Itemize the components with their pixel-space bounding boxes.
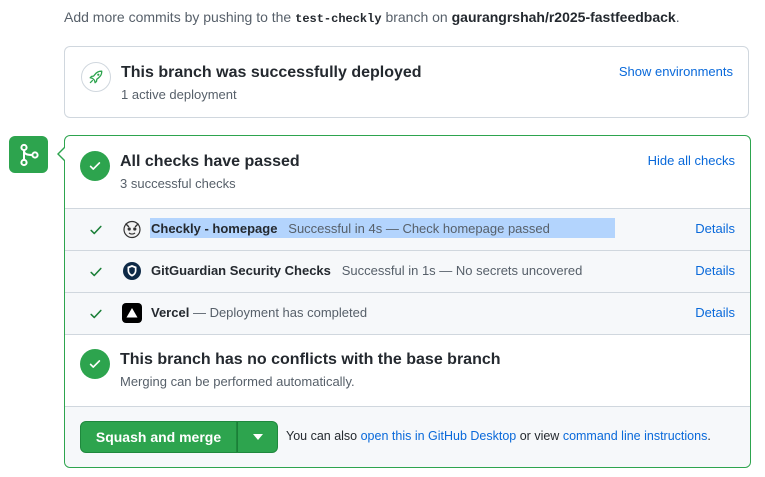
- checkly-icon: [123, 220, 141, 239]
- check-icon: [90, 309, 102, 319]
- check-text: Checkly - homepage Successful in 4s — Ch…: [151, 221, 550, 236]
- checks-title: All checks have passed: [120, 153, 300, 170]
- intro-middle: branch on: [385, 9, 448, 25]
- details-link[interactable]: Details: [695, 305, 735, 320]
- conflicts-title: This branch has no conflicts with the ba…: [120, 351, 501, 368]
- checks-passed-icon: [80, 151, 110, 181]
- git-merge-icon: [19, 143, 39, 166]
- rocket-icon: [81, 62, 111, 92]
- gitguardian-icon: [123, 262, 141, 280]
- check-row-vercel: Vercel — Deployment has completed Detail…: [65, 292, 750, 334]
- details-link[interactable]: Details: [695, 221, 735, 236]
- branch-name: test-checkly: [295, 12, 382, 26]
- check-description: Successful in 1s — No secrets uncovered: [341, 263, 583, 278]
- push-instructions: Add more commits by pushing to the test-…: [64, 9, 680, 26]
- checks-subtitle: 3 successful checks: [120, 176, 236, 191]
- no-conflicts-icon: [80, 349, 110, 379]
- merge-action-bar: Squash and merge You can also open this …: [65, 406, 750, 467]
- check-description: Deployment has completed: [209, 305, 368, 320]
- deployment-panel: This branch was successfully deployed 1 …: [64, 46, 749, 118]
- check-text: Vercel — Deployment has completed: [151, 305, 368, 320]
- conflicts-subtitle: Merging can be performed automatically.: [120, 374, 355, 389]
- caret-down-icon: [252, 434, 263, 440]
- check-text: GitGuardian Security Checks Successful i…: [151, 263, 582, 278]
- merge-options-dropdown[interactable]: [237, 421, 278, 453]
- check-name: Checkly - homepage: [151, 221, 278, 236]
- check-name: GitGuardian Security Checks: [151, 263, 331, 278]
- open-in-desktop-link[interactable]: open this in GitHub Desktop: [361, 429, 517, 443]
- conflict-status: This branch has no conflicts with the ba…: [65, 334, 750, 406]
- checks-list: Checkly - homepage Successful in 4s — Ch…: [65, 208, 750, 334]
- repo-name: gaurangrshah/r2025-fastfeedback: [451, 9, 676, 25]
- check-description: Successful in 4s — Check homepage passed: [288, 221, 550, 236]
- deployment-title: This branch was successfully deployed: [121, 64, 422, 81]
- command-line-instructions-link[interactable]: command line instructions: [563, 429, 708, 443]
- squash-and-merge-button[interactable]: Squash and merge: [80, 421, 237, 453]
- merge-panel: All checks have passed 3 successful chec…: [57, 135, 751, 468]
- check-icon: [90, 225, 102, 235]
- show-environments-link[interactable]: Show environments: [619, 64, 733, 79]
- check-name: Vercel: [151, 305, 190, 320]
- hide-all-checks-link[interactable]: Hide all checks: [648, 153, 735, 168]
- deployment-subtitle: 1 active deployment: [121, 87, 237, 102]
- merge-hint: You can also open this in GitHub Desktop…: [286, 429, 711, 443]
- vercel-icon: [122, 303, 142, 323]
- check-row-checkly: Checkly - homepage Successful in 4s — Ch…: [65, 208, 750, 250]
- intro-prefix: Add more commits by pushing to the: [64, 9, 292, 25]
- details-link[interactable]: Details: [695, 263, 735, 278]
- git-branch-badge: [9, 136, 48, 173]
- check-row-gitguardian: GitGuardian Security Checks Successful i…: [65, 250, 750, 292]
- check-icon: [90, 267, 102, 277]
- intro-suffix: .: [675, 9, 680, 25]
